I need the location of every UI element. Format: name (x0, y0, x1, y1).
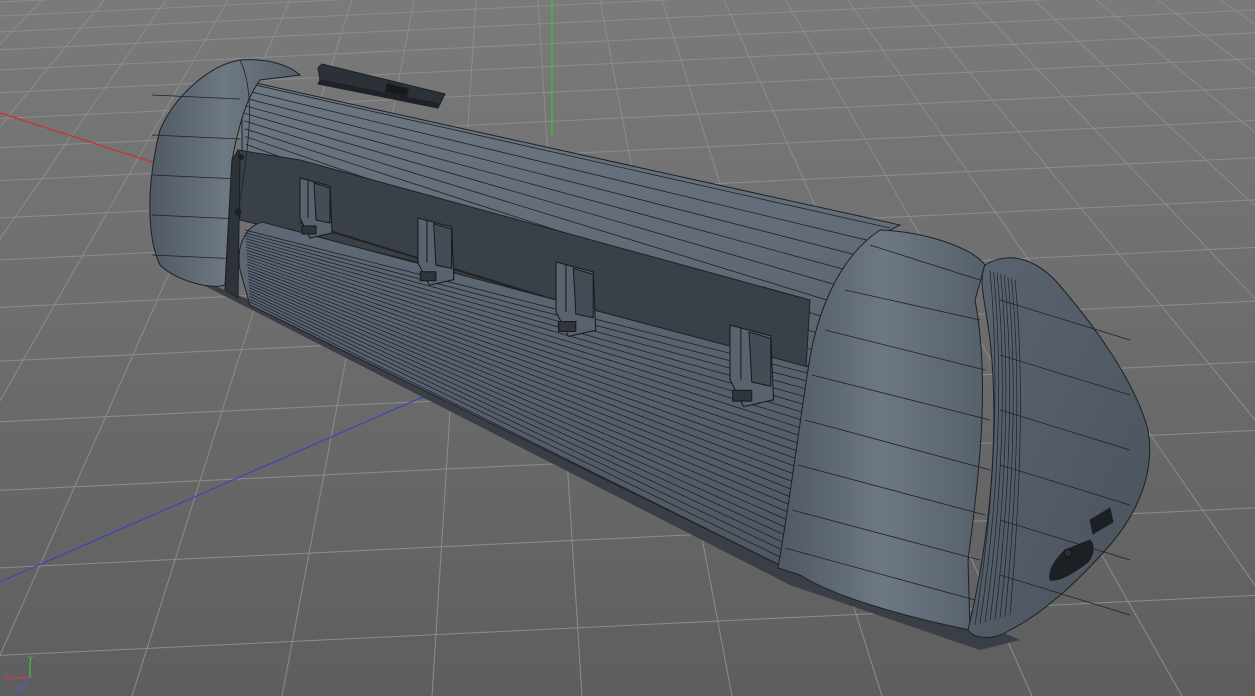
gizmo-y-label: Y (28, 655, 33, 664)
gizmo-z-label: Z (14, 685, 20, 694)
pinch-roller-arm (748, 331, 772, 387)
pinch-roller-arm (433, 222, 453, 270)
pinch-roller-wheel (557, 321, 577, 332)
left-screw (234, 208, 242, 216)
pinch-roller-4 (729, 324, 775, 408)
pinch-roller-3 (555, 261, 597, 337)
pinch-roller-wheel (301, 225, 317, 235)
3d-viewport[interactable]: Y X Z (0, 0, 1255, 696)
pinch-roller-arm (572, 267, 594, 319)
viewport-canvas[interactable] (0, 0, 1255, 696)
pinch-roller-2 (417, 217, 455, 286)
pinch-roller-wheel (732, 389, 753, 402)
axis-gizmo[interactable]: Y X Z (4, 656, 44, 694)
pinch-roller-1 (299, 177, 333, 239)
gizmo-x-label: X (6, 673, 12, 682)
gizmo-z-line (19, 677, 31, 691)
power-button (1063, 548, 1073, 558)
pinch-roller-wheel (419, 271, 437, 282)
pinch-roller-arm (313, 182, 331, 224)
left-screw-top (238, 154, 244, 160)
